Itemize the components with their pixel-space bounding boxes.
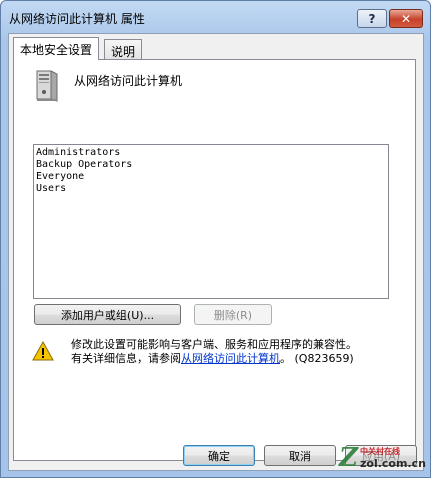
warning-suffix: 。 (Q823659) bbox=[280, 352, 354, 365]
help-button[interactable]: ? bbox=[357, 9, 387, 28]
computer-icon bbox=[36, 70, 58, 102]
remove-button[interactable]: 删除(R) bbox=[194, 304, 272, 325]
cancel-button[interactable]: 取消 bbox=[264, 445, 336, 466]
tab-panel: 从网络访问此计算机 Administrators Backup Operator… bbox=[13, 59, 416, 461]
zol-watermark: Z 中关村在线 zol.com.cn bbox=[339, 441, 427, 474]
list-item[interactable]: Everyone bbox=[36, 171, 388, 183]
watermark-text: 中关村在线 zol.com.cn bbox=[360, 446, 426, 470]
properties-window: 从网络访问此计算机 属性 ? ✕ 本地安全设置 说明 从网络访问此计算机 Adm… bbox=[0, 0, 431, 478]
window-title: 从网络访问此计算机 属性 bbox=[9, 12, 145, 26]
list-item[interactable]: Users bbox=[36, 183, 388, 195]
ok-button[interactable]: 确定 bbox=[183, 445, 255, 466]
watermark-bottom: zol.com.cn bbox=[359, 456, 426, 470]
list-item[interactable]: Administrators bbox=[36, 147, 388, 159]
add-user-button[interactable]: 添加用户或组(U)... bbox=[34, 304, 181, 325]
warning-icon bbox=[32, 341, 54, 361]
watermark-top: 中关村在线 bbox=[359, 446, 400, 456]
close-button[interactable]: ✕ bbox=[389, 9, 423, 28]
list-item[interactable]: Backup Operators bbox=[36, 159, 388, 171]
warning-prefix: 有关详细信息，请参阅 bbox=[71, 352, 181, 365]
tab-local-security-setting[interactable]: 本地安全设置 bbox=[13, 37, 100, 60]
tab-explain[interactable]: 说明 bbox=[104, 39, 143, 60]
dialog-client-area: 本地安全设置 说明 从网络访问此计算机 Administrators Backu… bbox=[8, 33, 424, 471]
user-group-list[interactable]: Administrators Backup Operators Everyone… bbox=[33, 144, 389, 299]
policy-name: 从网络访问此计算机 bbox=[74, 74, 183, 88]
warning-detail: 有关详细信息，请参阅从网络访问此计算机。 (Q823659) bbox=[71, 350, 354, 366]
policy-help-link[interactable]: 从网络访问此计算机 bbox=[181, 352, 280, 365]
zol-logo-icon: Z bbox=[339, 442, 358, 473]
